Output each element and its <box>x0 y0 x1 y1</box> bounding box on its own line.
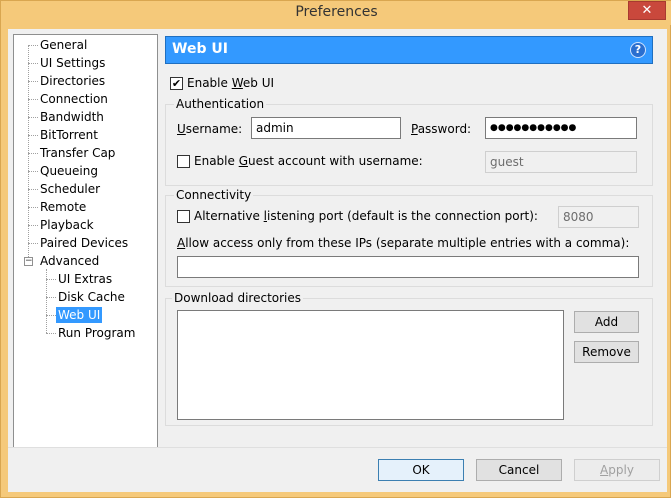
guest-account-checkbox[interactable] <box>177 155 190 168</box>
connectivity-title: Connectivity <box>174 188 254 202</box>
enable-webui-label[interactable]: Enable Web UI <box>187 76 274 90</box>
tree-connector <box>28 189 38 190</box>
tree-connector <box>46 333 56 334</box>
tree-item-scheduler[interactable]: Scheduler <box>38 181 102 197</box>
remove-directory-button[interactable]: Remove <box>574 341 639 363</box>
tree-connector <box>28 117 38 118</box>
dialog-footer: OK Cancel Apply <box>8 447 667 492</box>
close-icon: ✕ <box>641 3 653 18</box>
page-title: Web UI <box>172 41 228 57</box>
tree-connector <box>28 243 38 244</box>
username-label: Username: <box>177 122 243 136</box>
tree-item-remote[interactable]: Remote <box>38 199 88 215</box>
download-directories-title: Download directories <box>172 291 304 305</box>
allow-ips-label: Allow access only from these IPs (separa… <box>177 236 630 250</box>
tree-item-directories[interactable]: Directories <box>38 73 107 89</box>
tree-connector <box>28 63 38 64</box>
allow-ips-input[interactable] <box>177 256 639 278</box>
add-directory-button[interactable]: Add <box>574 311 639 333</box>
tree-item-queueing[interactable]: Queueing <box>38 163 100 179</box>
tree-item-ui-settings[interactable]: UI Settings <box>38 55 107 71</box>
tree-connector <box>28 153 38 154</box>
close-button[interactable]: ✕ <box>628 1 666 20</box>
page-header: Web UI ? <box>165 36 653 64</box>
password-input[interactable]: ●●●●●●●●●●● <box>485 117 637 139</box>
settings-tree[interactable]: General UI Settings Directories Connecti… <box>13 34 158 454</box>
authentication-title: Authentication <box>174 97 267 111</box>
title-bar: Preferences ✕ <box>1 1 671 25</box>
tree-connector <box>46 297 56 298</box>
alt-port-checkbox[interactable] <box>177 210 190 223</box>
tree-item-bittorrent[interactable]: BitTorrent <box>38 127 100 143</box>
tree-connector <box>28 99 38 100</box>
enable-webui-checkbox[interactable]: ✔ <box>170 77 183 90</box>
tree-item-run-program[interactable]: Run Program <box>56 325 137 341</box>
tree-connector <box>28 45 38 46</box>
username-input[interactable]: admin <box>251 117 401 139</box>
cancel-button[interactable]: Cancel <box>476 459 562 481</box>
window-title: Preferences <box>295 4 378 20</box>
tree-item-ui-extras[interactable]: UI Extras <box>56 271 114 287</box>
collapse-icon[interactable]: − <box>24 257 33 266</box>
tree-connector <box>28 225 38 226</box>
tree-connector <box>28 171 38 172</box>
alt-port-label[interactable]: Alternative listening port (default is t… <box>194 209 538 223</box>
tree-item-advanced[interactable]: Advanced <box>38 253 101 269</box>
tree-item-web-ui[interactable]: Web UI <box>56 307 103 323</box>
tree-item-bandwidth[interactable]: Bandwidth <box>38 109 106 125</box>
tree-item-transfer-cap[interactable]: Transfer Cap <box>38 145 117 161</box>
password-label: Password: <box>411 122 472 136</box>
dialog-client: General UI Settings Directories Connecti… <box>8 29 667 492</box>
apply-button[interactable]: Apply <box>574 459 660 481</box>
tree-item-disk-cache[interactable]: Disk Cache <box>56 289 127 305</box>
tree-item-general[interactable]: General <box>38 37 89 53</box>
preferences-window: Preferences ✕ General UI Settings Direct… <box>0 0 671 498</box>
tree-item-connection[interactable]: Connection <box>38 91 110 107</box>
tree-connector <box>46 279 56 280</box>
tree-item-paired-devices[interactable]: Paired Devices <box>38 235 130 251</box>
ok-button[interactable]: OK <box>378 459 464 481</box>
alt-port-input[interactable]: 8080 <box>558 206 639 228</box>
download-directories-list[interactable] <box>177 310 564 420</box>
tree-connector <box>46 315 56 316</box>
tree-connector <box>28 207 38 208</box>
guest-username-input[interactable]: guest <box>485 151 637 173</box>
guest-account-label[interactable]: Enable Guest account with username: <box>194 154 423 168</box>
tree-item-playback[interactable]: Playback <box>38 217 96 233</box>
tree-connector <box>28 81 38 82</box>
tree-connector <box>28 135 38 136</box>
help-icon[interactable]: ? <box>630 42 646 58</box>
